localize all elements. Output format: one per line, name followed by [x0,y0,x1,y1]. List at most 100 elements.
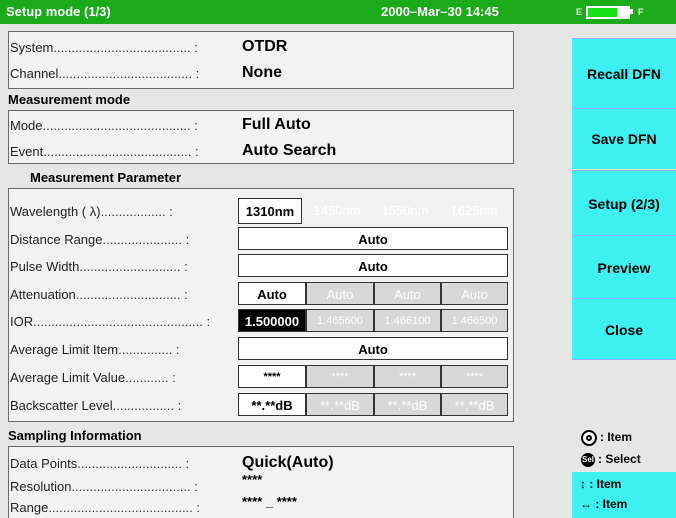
ior-dots: ........................................… [33,314,211,329]
attenuation-dots: ............................. : [75,287,188,302]
attenuation-1550[interactable]: Auto [374,282,441,305]
attenuation-1450[interactable]: Auto [306,282,374,305]
average-limit-item-value[interactable]: Auto [238,337,508,360]
pulse-width-value[interactable]: Auto [238,254,508,277]
channel-row[interactable]: Channel.................................… [10,66,199,81]
legend-item-label: : Item [600,430,633,445]
mode-row[interactable]: Mode....................................… [10,118,198,133]
backscatter-row[interactable]: Backscatter Level................. : [10,398,181,413]
mode-value[interactable]: Full Auto [242,116,311,134]
event-value[interactable]: Auto Search [242,142,336,160]
average-limit-item-row[interactable]: Average Limit Item............... : [10,342,180,357]
channel-dots: ..................................... : [58,66,200,81]
attenuation-row[interactable]: Attenuation.............................… [10,287,188,302]
measurement-parameter-heading: Measurement Parameter [30,170,182,185]
left-right-arrow-icon: ↔ [580,497,592,511]
ior-label: IOR [10,314,34,329]
legend-select: Sel: Select [581,452,641,467]
rotary-knob-icon [581,430,597,446]
system-dots: ...................................... : [53,40,198,55]
setup-2-3-button[interactable]: Setup (2/3) [572,170,676,236]
backscatter-1450[interactable]: **.**dB [306,393,374,416]
mode-dots: ........................................… [42,118,198,133]
tab-1550nm[interactable]: 1550nm [372,198,438,224]
system-row[interactable]: System..................................… [10,40,198,55]
average-limit-value-1450[interactable]: **** [306,365,374,388]
measurement-mode-heading: Measurement mode [8,92,131,107]
range-dots: ........................................… [48,500,201,515]
average-limit-value-1310[interactable]: **** [238,365,306,388]
average-limit-value-row[interactable]: Average Limit Value............ : [10,370,176,385]
distance-range-label: Distance Range [10,232,103,247]
attenuation-label: Attenuation [10,287,76,302]
backscatter-label: Backscatter Level [10,398,113,413]
pulse-width-label: Pulse Width [10,259,80,274]
tab-1310nm[interactable]: 1310nm [238,198,302,224]
legend-arrow-panel: ↕ : Item ↔ : Item [572,472,676,518]
legend-updown-label: : Item [589,477,622,491]
pulse-dots: ............................ : [79,259,188,274]
avg-value-dots: ............ : [125,370,176,385]
event-dots: ........................................… [43,144,199,159]
average-limit-value-1625[interactable]: **** [441,365,508,388]
event-row[interactable]: Event...................................… [10,144,199,159]
wavelength-row[interactable]: Wavelength ( λ).................. : [10,204,173,219]
mode-label: Mode [10,118,43,133]
resolution-label: Resolution [10,479,72,494]
avg-item-dots: ............... : [118,342,180,357]
points-dots: ............................. : [77,456,190,471]
average-limit-item-label: Average Limit Item [10,342,119,357]
channel-value[interactable]: None [242,64,282,82]
up-down-arrow-icon: ↕ [580,477,586,491]
data-points-value[interactable]: Quick(Auto) [242,454,334,472]
average-limit-value-label: Average Limit Value [10,370,126,385]
sampling-heading: Sampling Information [8,428,142,443]
legend-leftright: ↔ : Item [580,497,627,511]
title-bar: Setup mode (1/3) 2000–Mar–30 14:45 [0,0,568,24]
battery-full-label: F [638,7,644,17]
range-value: **** _ **** [242,494,297,509]
ior-1625[interactable]: 1.466500 [441,309,508,332]
backscatter-1310[interactable]: **.**dB [238,393,306,416]
ior-1450[interactable]: 1.465600 [306,309,374,332]
preview-button[interactable]: Preview [572,235,676,299]
ior-1550[interactable]: 1.466100 [374,309,441,332]
pulse-width-row[interactable]: Pulse Width............................ … [10,259,188,274]
battery-empty-label: E [576,7,583,17]
attenuation-1625[interactable]: Auto [441,282,508,305]
tab-1625nm[interactable]: 1625nm [440,198,508,224]
battery-nub [630,9,633,14]
select-key-icon: Sel [581,452,595,467]
recall-dfn-button[interactable]: Recall DFN [572,38,676,109]
data-points-label: Data Points [10,456,78,471]
event-label: Event [10,144,44,159]
distance-dots: ...................... : [102,232,190,247]
distance-range-row[interactable]: Distance Range...................... : [10,232,189,247]
setup-screen: Setup mode (1/3) 2000–Mar–30 14:45 E F S… [0,0,676,518]
attenuation-1310[interactable]: Auto [238,282,306,305]
channel-label: Channel [10,66,59,81]
legend-select-label: : Select [598,452,641,466]
legend-updown: ↕ : Item [580,477,621,491]
close-button[interactable]: Close [572,298,676,360]
save-dfn-button[interactable]: Save DFN [572,108,676,169]
data-points-row[interactable]: Data Points.............................… [10,456,189,471]
range-label: Range [10,500,49,515]
tab-1450nm[interactable]: 1450nm [304,198,370,224]
ior-row[interactable]: IOR.....................................… [10,314,210,329]
backscatter-1625[interactable]: **.**dB [441,393,508,416]
resolution-value: **** [242,472,263,487]
page-title: Setup mode (1/3) [6,4,111,19]
system-value[interactable]: OTDR [242,38,287,56]
resolution-row: Resolution..............................… [10,479,198,494]
battery-icon [586,6,630,19]
ior-1310[interactable]: 1.500000 [238,309,306,332]
distance-range-value[interactable]: Auto [238,227,508,250]
system-label: System [10,40,54,55]
legend-item-knob: : Item [581,430,632,446]
average-limit-value-1550[interactable]: **** [374,365,441,388]
backscatter-1550[interactable]: **.**dB [374,393,441,416]
range-row: Range...................................… [10,500,200,515]
datetime: 2000–Mar–30 14:45 [381,4,499,19]
legend-leftright-label: : Item [595,497,628,511]
